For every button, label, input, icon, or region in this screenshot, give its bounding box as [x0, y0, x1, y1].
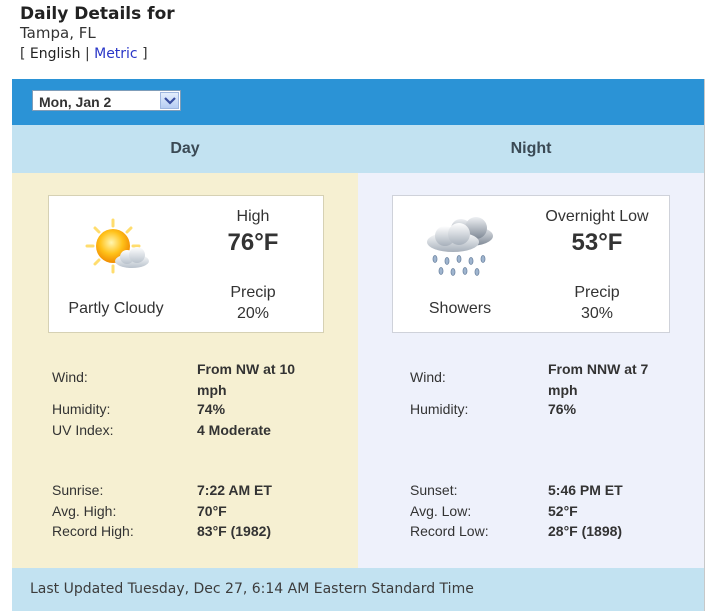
record-low-value: 28°F (1898)	[548, 523, 623, 539]
night-condition: Showers	[428, 300, 492, 317]
night-wind-value: From NNW at 7 mph	[548, 361, 649, 398]
units-bracket-open: [	[20, 46, 26, 62]
day-condition: Partly Cloudy	[68, 300, 164, 317]
partly-cloudy-icon	[77, 214, 157, 278]
date-select-bar: Mon, Jan 2	[12, 79, 704, 125]
units-separator: |	[84, 46, 90, 62]
avg-low-value: 52°F	[548, 503, 578, 519]
high-label: High	[236, 208, 270, 225]
last-updated-bar: Last Updated Tuesday, Dec 27, 6:14 AM Ea…	[12, 568, 704, 611]
night-wind-label: Wind:	[410, 369, 446, 385]
night-column: Showers Overnight Low 53°F Precip 30% Wi…	[358, 173, 704, 568]
low-temperature: 53°F	[571, 229, 623, 256]
units-toggle: [ English | Metric ]	[20, 43, 175, 65]
units-bracket-close: ]	[142, 46, 148, 62]
english-units-link[interactable]: English	[30, 46, 81, 62]
day-column: Partly Cloudy High 76°F Precip 20% Wind:…	[12, 173, 358, 568]
location-label: Tampa, FL	[20, 24, 96, 42]
date-select-value: Mon, Jan 2	[39, 94, 112, 110]
avg-high-value: 70°F	[197, 503, 227, 519]
day-humidity-label: Humidity:	[52, 401, 111, 417]
showers-icon	[421, 214, 501, 278]
day-humidity-value: 74%	[197, 401, 226, 417]
sunset-label: Sunset:	[410, 482, 458, 498]
record-high-value: 83°F (1982)	[197, 523, 272, 539]
night-humidity-value: 76%	[548, 401, 577, 417]
chevron-down-icon	[164, 97, 176, 105]
night-precip-value: 30%	[580, 305, 614, 322]
record-high-label: Record High:	[52, 523, 134, 539]
overnight-low-label: Overnight Low	[545, 208, 649, 225]
night-column-header: Night	[358, 125, 704, 173]
day-summary-card: Partly Cloudy High 76°F Precip 20%	[48, 195, 324, 333]
dropdown-button[interactable]	[160, 92, 179, 109]
day-precip-value: 20%	[236, 305, 270, 322]
night-summary-card: Showers Overnight Low 53°F Precip 30%	[392, 195, 670, 333]
day-wind-value: From NW at 10 mph	[197, 361, 296, 398]
record-low-label: Record Low:	[410, 523, 489, 539]
night-precip-label: Precip	[574, 284, 620, 301]
sunset-value: 5:46 PM ET	[548, 482, 623, 498]
avg-high-label: Avg. High:	[52, 503, 117, 519]
high-temperature: 76°F	[227, 229, 279, 256]
avg-low-label: Avg. Low:	[410, 503, 472, 519]
uv-index-value: 4 Moderate	[197, 422, 271, 438]
sunrise-value: 7:22 AM ET	[197, 482, 272, 498]
metric-units-link[interactable]: Metric	[94, 46, 138, 62]
uv-index-label: UV Index:	[52, 422, 114, 438]
page-title: Daily Details for	[20, 4, 175, 24]
daily-details-panel: Mon, Jan 2 Day Night Partly Cloudy High …	[12, 79, 705, 611]
page-header: Daily Details for Tampa, FL [ English | …	[20, 4, 175, 65]
sunrise-label: Sunrise:	[52, 482, 104, 498]
last-updated-text: Last Updated Tuesday, Dec 27, 6:14 AM Ea…	[30, 581, 474, 597]
date-select[interactable]: Mon, Jan 2	[32, 90, 181, 111]
night-humidity-label: Humidity:	[410, 401, 469, 417]
day-wind-label: Wind:	[52, 369, 88, 385]
day-precip-label: Precip	[230, 284, 276, 301]
day-column-header: Day	[12, 125, 358, 173]
